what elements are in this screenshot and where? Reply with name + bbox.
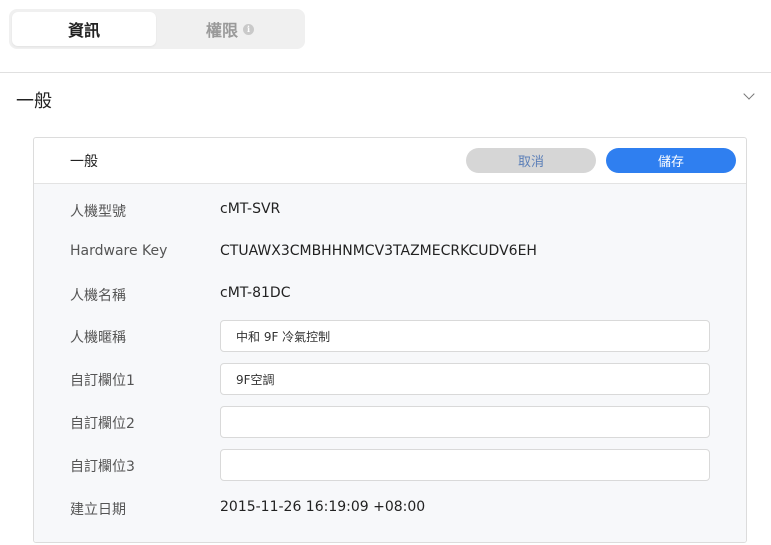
save-button[interactable]: 儲存 <box>606 148 736 173</box>
model-value: cMT-SVR <box>220 201 281 217</box>
custom-field-2-label: 自訂欄位2 <box>70 416 135 432</box>
model-label: 人機型號 <box>70 204 126 220</box>
custom-field-1-label: 自訂欄位1 <box>70 373 135 389</box>
section-title: 一般 <box>16 91 52 112</box>
general-card: 一般 取消 儲存 人機型號 cMT-SVR Hardware Key CTUAW… <box>33 137 747 543</box>
hardware-key-value: CTUAWX3CMBHHNMCV3TAZMECRKCUDV6EH <box>220 243 537 259</box>
custom-field-3-input[interactable] <box>220 449 710 481</box>
tab-info[interactable]: 資訊 <box>12 12 156 46</box>
hmi-name-label: 人機名稱 <box>70 288 126 304</box>
tab-bar: 資訊 權限 i <box>9 9 305 49</box>
cancel-button[interactable]: 取消 <box>466 148 596 173</box>
created-date-label: 建立日期 <box>70 502 126 518</box>
card-title: 一般 <box>70 154 98 170</box>
info-icon: i <box>243 23 254 35</box>
card-header: 一般 取消 儲存 <box>34 138 746 184</box>
custom-field-3-label: 自訂欄位3 <box>70 459 135 475</box>
chevron-down-icon[interactable] <box>743 88 755 100</box>
tab-permissions-label: 權限 <box>205 21 238 40</box>
hmi-name-value: cMT-81DC <box>220 285 291 301</box>
nickname-label: 人機暱稱 <box>70 330 126 346</box>
custom-field-1-input[interactable] <box>220 363 710 395</box>
divider <box>0 72 771 73</box>
tab-info-label: 資訊 <box>67 21 100 40</box>
card-body: 人機型號 cMT-SVR Hardware Key CTUAWX3CMBHHNM… <box>34 184 746 542</box>
section-header-general[interactable]: 一般 <box>0 80 771 116</box>
custom-field-2-input[interactable] <box>220 406 710 438</box>
hardware-key-label: Hardware Key <box>70 243 168 259</box>
nickname-input[interactable] <box>220 320 710 352</box>
created-date-value: 2015-11-26 16:19:09 +08:00 <box>220 499 426 515</box>
tab-permissions[interactable]: 權限 i <box>158 12 302 46</box>
